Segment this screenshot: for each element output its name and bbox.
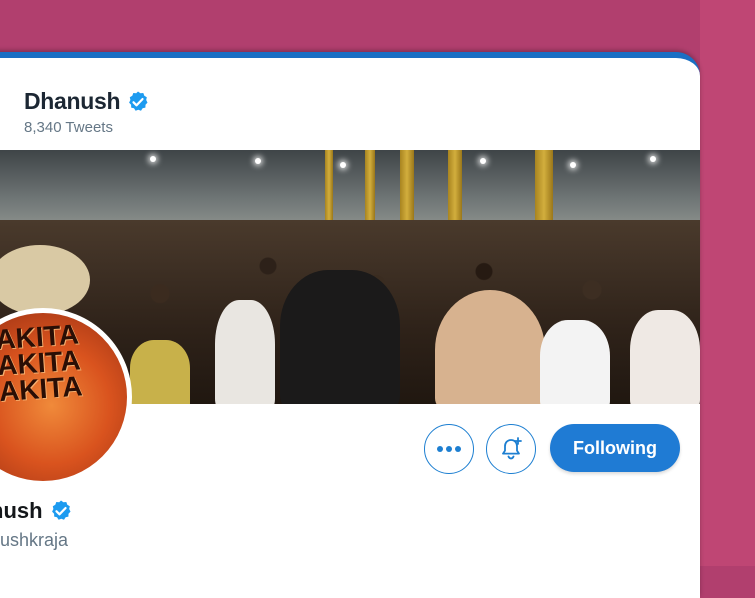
banner-pillar [325,150,333,220]
banner-person [130,340,190,404]
more-options-button[interactable] [424,424,474,474]
banner-pillar [365,150,375,230]
notifications-button[interactable] [486,424,536,474]
banner-person [280,270,400,404]
banner-person [435,290,545,404]
profile-display-name: nush [0,498,43,523]
bell-plus-icon [502,437,522,460]
avatar-text-line: RAKITA [0,370,84,409]
banner-light [255,158,261,164]
tweet-count: 8,340 Tweets [24,119,113,136]
display-name: Dhanush [24,88,121,114]
banner-person [215,300,275,404]
background-band [700,0,755,566]
banner-light [150,156,156,162]
profile-name-row: nush [0,498,73,524]
banner-light [480,158,486,164]
name-row: Dhanush [24,88,150,115]
banner-ceiling [0,150,700,220]
verified-badge-icon [126,90,150,114]
verified-badge-icon [49,499,73,523]
banner-light [570,162,576,168]
profile-header: Dhanush 8,340 Tweets [24,88,150,136]
banner-light [650,156,656,162]
more-dots-icon [437,446,461,452]
profile-card: Dhanush 8,340 Tweets RAKITA RAKITA RAKIT… [0,52,700,598]
following-button[interactable]: Following [550,424,680,472]
banner-person [630,310,700,404]
banner-person [540,320,610,404]
banner-light [340,162,346,168]
profile-handle: nushkraja [0,530,69,550]
avatar-poster-text: RAKITA RAKITA RAKITA [0,318,84,409]
